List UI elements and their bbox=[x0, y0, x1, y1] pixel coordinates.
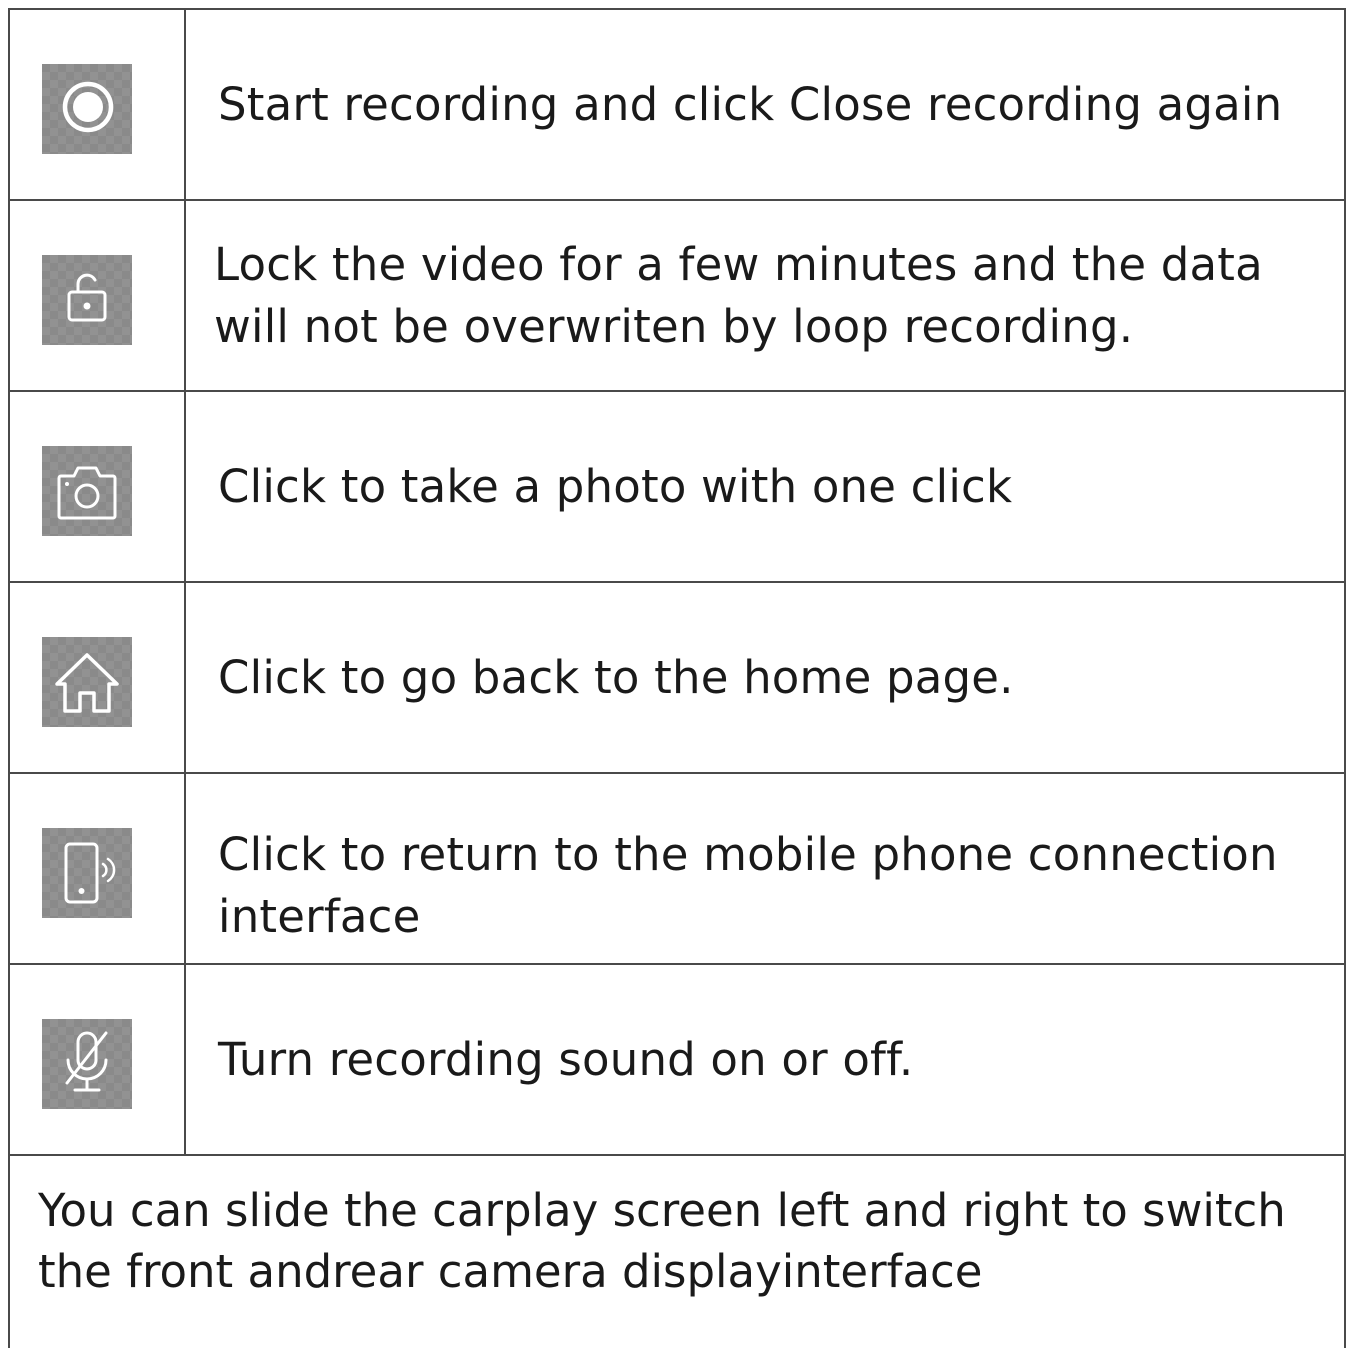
instruction-table: Start recording and click Close recordin… bbox=[8, 8, 1346, 1348]
table-row: Click to go back to the home page. bbox=[10, 583, 1344, 774]
icon-cell bbox=[10, 774, 186, 963]
row-description: Turn recording sound on or off. bbox=[218, 1032, 914, 1086]
table-row: Click to take a photo with one click bbox=[10, 392, 1344, 583]
table-row: Click to return to the mobile phone conn… bbox=[10, 774, 1344, 965]
table-row: Start recording and click Close recordin… bbox=[10, 10, 1344, 201]
record-icon bbox=[42, 64, 132, 154]
icon-cell bbox=[10, 392, 186, 581]
camera-icon bbox=[42, 446, 132, 536]
lock-icon bbox=[42, 255, 132, 345]
row-description: Click to go back to the home page. bbox=[218, 650, 1014, 704]
phone-connection-icon bbox=[42, 828, 132, 918]
table-row: Turn recording sound on or off. bbox=[10, 965, 1344, 1156]
footer-note: You can slide the carplay screen left an… bbox=[10, 1156, 1344, 1346]
icon-cell bbox=[10, 583, 186, 772]
footer-line: the front andrear camera displayinterfac… bbox=[38, 1245, 983, 1298]
row-description: Start recording and click Close recordin… bbox=[218, 77, 1283, 131]
row-description: Click to return to the mobile phone conn… bbox=[218, 828, 1278, 943]
row-description: Click to take a photo with one click bbox=[218, 459, 1013, 513]
row-description: Lock the video for a few minutes and the… bbox=[214, 237, 1263, 353]
table-row: Lock the video for a few minutes and the… bbox=[10, 201, 1344, 392]
home-icon bbox=[42, 637, 132, 727]
icon-cell bbox=[10, 201, 186, 390]
icon-cell bbox=[10, 10, 186, 199]
footer-line: You can slide the carplay screen left an… bbox=[38, 1184, 1286, 1237]
microphone-mute-icon bbox=[42, 1019, 132, 1109]
icon-cell bbox=[10, 965, 186, 1154]
